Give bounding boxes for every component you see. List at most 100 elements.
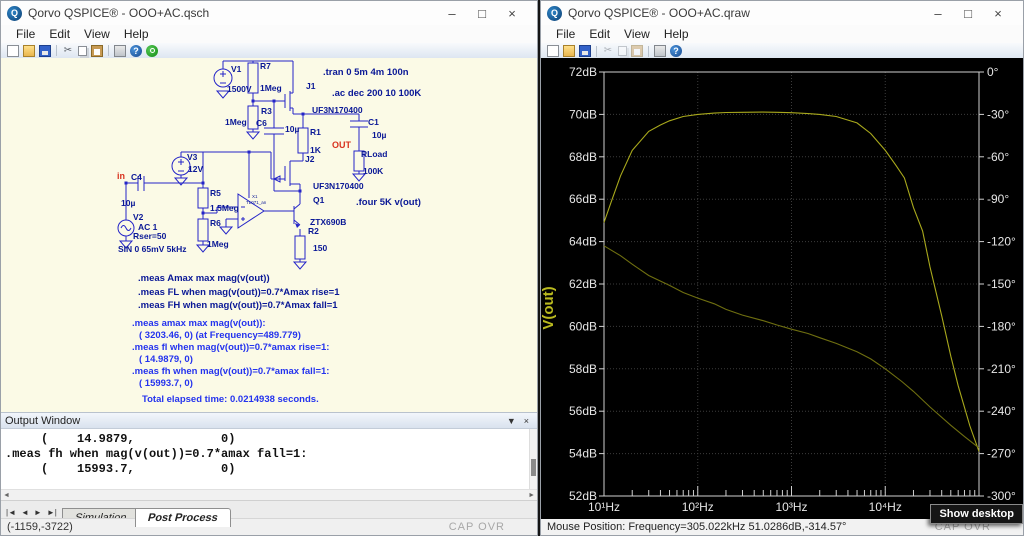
copy-icon[interactable]	[78, 45, 87, 56]
new-file-icon[interactable]	[547, 45, 559, 57]
schematic-label: J2	[305, 154, 315, 164]
schematic-label: 150	[313, 243, 327, 253]
schematic-label: C1	[368, 117, 379, 127]
schematic-label: RLoad	[361, 149, 387, 159]
schematic-label: in	[117, 171, 125, 181]
maximize-button[interactable]: □	[467, 3, 497, 23]
scroll-left-icon[interactable]: ◄	[3, 492, 10, 499]
menu-help[interactable]: Help	[117, 27, 156, 41]
x-tick-label: 10⁴Hz	[869, 500, 902, 514]
schematic-label: UF3N170400	[312, 105, 363, 115]
qspice-app-icon: Q	[7, 5, 22, 21]
schematic-canvas[interactable]: V1 1500V R7 1Meg R3 1Meg C6 10µ J1 UF3N170400 R1 1K…	[1, 58, 537, 412]
schematic-label: ( 14.9879, 0)	[139, 354, 193, 365]
y-right-tick-label: -120°	[987, 235, 1016, 249]
output-log-line: .meas fh when mag(v(out))=0.7*amax fall=…	[5, 447, 308, 461]
menu-view[interactable]: View	[77, 27, 117, 41]
help-icon[interactable]: ?	[670, 45, 682, 57]
save-file-icon[interactable]	[39, 44, 51, 57]
menu-help[interactable]: Help	[657, 27, 696, 41]
schematic-label: R3	[261, 106, 272, 116]
schematic-label: Total elapsed time: 0.0214938 seconds.	[142, 394, 319, 405]
schematic-label: R6	[210, 218, 221, 228]
y-axis-label: V(out)	[541, 286, 557, 329]
scroll-right-icon[interactable]: ►	[528, 492, 535, 499]
output-window-panel: Output Window ▼ × ( 14.9879, 0) .meas fh …	[1, 412, 537, 527]
menu-file[interactable]: File	[9, 27, 42, 41]
save-file-icon[interactable]	[579, 45, 591, 57]
schematic-label: ( 3203.46, 0) (at Frequency=489.779)	[139, 330, 301, 341]
schematic-label: C4	[131, 172, 142, 182]
open-file-icon[interactable]	[23, 44, 35, 57]
schematic-labels: V11500VR71MegR31Meg C610µJ1UF3N170400R11K…	[117, 61, 421, 405]
x-tick-label: 10³Hz	[775, 500, 807, 514]
cut-icon[interactable]: ✂	[602, 45, 614, 57]
y-right-tick-label: -30°	[987, 107, 1009, 121]
print-icon[interactable]	[654, 45, 666, 57]
menu-file[interactable]: File	[549, 27, 582, 41]
show-desktop-tooltip: Show desktop	[930, 504, 1023, 524]
maximize-button[interactable]: □	[953, 3, 983, 23]
print-icon[interactable]	[114, 44, 126, 57]
menubar: File Edit View Help	[541, 25, 1023, 43]
tab-last-icon[interactable]: ►|	[45, 508, 59, 517]
schematic-label: Q1	[313, 195, 325, 205]
window-title: Qorvo QSPICE® - OOO+AC.qsch	[28, 6, 210, 20]
titlebar[interactable]: Q Qorvo QSPICE® - OOO+AC.qraw – □ ×	[541, 1, 1023, 25]
output-log-line: ( 14.9879, 0)	[5, 432, 236, 446]
schematic-label: X1	[252, 194, 258, 199]
minimize-button[interactable]: –	[437, 3, 467, 23]
collapse-icon[interactable]: ▼	[507, 416, 516, 426]
tab-next-icon[interactable]: ►	[32, 508, 44, 517]
schematic-label: .meas Amax max mag(v(out))	[138, 273, 270, 284]
menu-edit[interactable]: Edit	[582, 27, 617, 41]
output-vertical-scrollbar[interactable]	[529, 429, 537, 489]
y-right-tick-label: -60°	[987, 150, 1009, 164]
schematic-label: V1	[231, 64, 242, 74]
schematic-label: 1.5Meg	[210, 203, 239, 213]
schematic-label: 1Meg	[207, 239, 229, 249]
cap-ovr-indicator: CAP OVR	[448, 521, 505, 533]
output-horizontal-scrollbar[interactable]: ◄ ►	[1, 489, 537, 500]
schematic-label: R2	[308, 226, 319, 236]
y-left-tick-label: 72dB	[569, 65, 597, 79]
qspice-app-icon: Q	[547, 5, 562, 21]
help-icon[interactable]: ?	[130, 44, 142, 57]
menu-edit[interactable]: Edit	[42, 27, 77, 41]
schematic-label: .four 5K v(out)	[356, 197, 421, 208]
schematic-label: V3	[187, 152, 198, 162]
schematic-label: 1Meg	[225, 117, 247, 127]
tab-prev-icon[interactable]: ◄	[19, 508, 31, 517]
output-window-header[interactable]: Output Window ▼ ×	[1, 412, 537, 429]
schematic-label: 10µ	[285, 124, 299, 134]
y-right-tick-label: -210°	[987, 362, 1016, 376]
minimize-button[interactable]: –	[923, 3, 953, 23]
schematic-label: 10µ	[372, 130, 386, 140]
bode-plot[interactable]: 72dB 70dB 68dB 66dB 64dB 62dB 60dB 58dB 56dB 54dB…	[541, 58, 1023, 521]
y-left-tick-label: 70dB	[569, 107, 597, 121]
tab-first-icon[interactable]: |◄	[4, 508, 18, 517]
tab-post-process[interactable]: Post Process	[135, 508, 231, 527]
y-left-tick-label: 54dB	[569, 447, 597, 461]
schematic-label: Rser=50	[133, 231, 167, 241]
new-file-icon[interactable]	[7, 44, 19, 57]
titlebar[interactable]: Q Qorvo QSPICE® - OOO+AC.qsch – □ ×	[1, 1, 537, 25]
schematic-label: 1500V	[227, 84, 252, 94]
cut-icon[interactable]: ✂	[62, 45, 74, 57]
close-button[interactable]: ×	[983, 3, 1013, 23]
output-log[interactable]: ( 14.9879, 0) .meas fh when mag(v(out))=0…	[1, 429, 537, 489]
schematic-label: 10µ	[121, 198, 135, 208]
y-right-tick-label: 0°	[987, 65, 999, 79]
menu-view[interactable]: View	[617, 27, 657, 41]
schematic-label: 12V	[188, 164, 203, 174]
y-left-tick-label: 62dB	[569, 277, 597, 291]
copy-icon[interactable]	[618, 46, 627, 56]
y-left-tick-label: 64dB	[569, 235, 597, 249]
close-panel-icon[interactable]: ×	[524, 416, 529, 426]
run-icon[interactable]	[146, 44, 158, 57]
paste-icon[interactable]	[631, 45, 643, 57]
close-button[interactable]: ×	[497, 3, 527, 23]
paste-icon[interactable]	[91, 44, 103, 57]
open-file-icon[interactable]	[563, 45, 575, 57]
output-window-title: Output Window	[5, 414, 81, 427]
